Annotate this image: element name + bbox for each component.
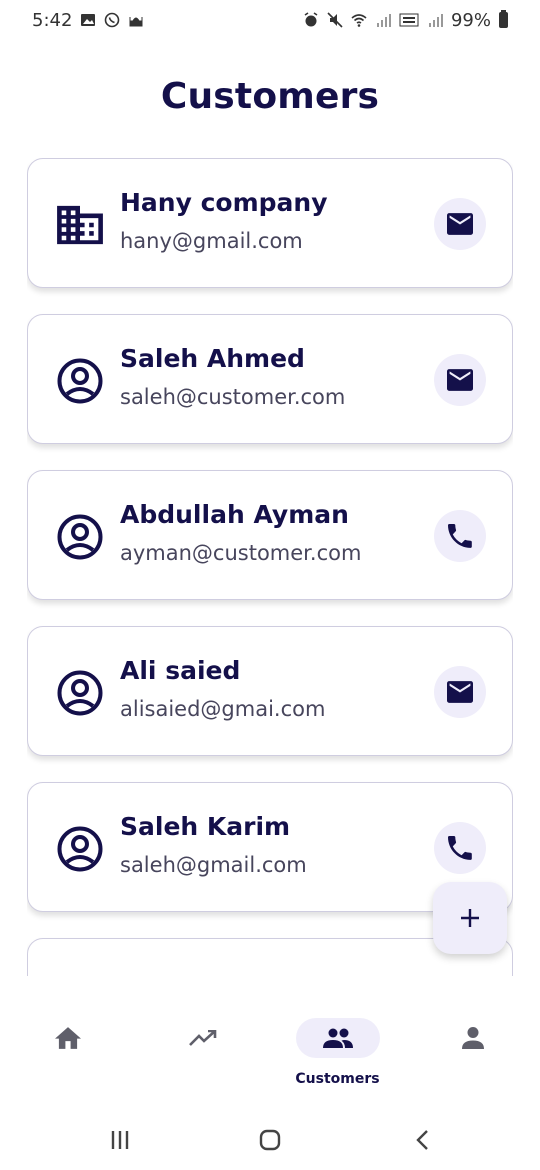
person-icon: [461, 1027, 484, 1049]
customer-email: hany@gmail.com: [120, 229, 303, 253]
customer-avatar: [56, 513, 104, 561]
status-right: 99%: [303, 10, 508, 31]
email-button[interactable]: [434, 198, 486, 250]
customer-name: Ali saied: [120, 656, 241, 685]
account-circle-icon: [57, 514, 103, 560]
account-circle-icon: [57, 670, 103, 716]
mail-icon: [447, 681, 473, 703]
customers-screen: 5:42 99% Customers Hany company hany@gma…: [0, 0, 540, 1170]
customer-card[interactable]: Abdullah Ayman ayman@customer.com: [27, 470, 513, 600]
account-circle-icon: [57, 358, 103, 404]
signal-icon: [376, 14, 391, 27]
signal-2-icon: [428, 14, 443, 27]
nav-indicator: [26, 1018, 110, 1058]
mosque-notification-icon: [129, 17, 143, 27]
wifi-icon: [351, 14, 367, 27]
customer-info: Ali saied alisaied@gmai.com: [120, 655, 325, 725]
home-icon: [54, 1027, 81, 1049]
customer-email: ayman@customer.com: [120, 541, 362, 565]
bottom-navigation: Customers: [0, 1000, 540, 1100]
customer-info: Saleh Ahmed saleh@customer.com: [120, 343, 345, 413]
nav-item-customers[interactable]: Customers: [270, 1018, 405, 1098]
alarm-icon: [304, 12, 318, 27]
email-button[interactable]: [434, 354, 486, 406]
customer-info: Abdullah Ayman ayman@customer.com: [120, 499, 361, 569]
customer-name: Saleh Ahmed: [120, 344, 305, 373]
trending-up-icon: [188, 1030, 216, 1046]
customer-info: Saleh Karim saleh@gmail.com: [120, 811, 307, 881]
page-title: Customers: [160, 76, 380, 117]
customer-name: Abdullah Ayman: [120, 500, 349, 529]
status-left: 5:42: [32, 10, 144, 31]
recent-apps-button[interactable]: [100, 1126, 140, 1154]
phone-icon: [448, 836, 472, 860]
whatsapp-notification-icon: [105, 12, 120, 28]
mail-icon: [447, 369, 473, 391]
email-button[interactable]: [434, 666, 486, 718]
customer-card[interactable]: Ali saied alisaied@gmai.com: [27, 626, 513, 756]
customer-name: Hany company: [120, 188, 328, 217]
customer-avatar: [56, 825, 104, 873]
nav-item-profile[interactable]: [405, 1018, 540, 1098]
customer-name: Saleh Karim: [120, 812, 291, 841]
gallery-notification-icon: [81, 14, 96, 26]
customer-avatar: [56, 357, 104, 405]
status-bar: 5:42 99%: [0, 0, 540, 40]
nav-item-analytics[interactable]: [135, 1018, 270, 1098]
add-customer-button[interactable]: [433, 882, 507, 954]
status-time: 5:42: [32, 9, 73, 31]
customer-avatar: [56, 201, 104, 249]
people-icon: [322, 1028, 353, 1048]
lte-icon: [399, 13, 419, 27]
customer-card[interactable]: Hany company hany@gmail.com: [27, 158, 513, 288]
home-button[interactable]: [250, 1126, 290, 1154]
phone-icon: [448, 524, 472, 548]
customer-card[interactable]: Saleh Ahmed saleh@customer.com: [27, 314, 513, 444]
nav-label: Customers: [295, 1071, 380, 1087]
recent-apps-icon: [111, 1131, 129, 1149]
mail-icon: [447, 213, 473, 235]
call-button[interactable]: [434, 822, 486, 874]
business-icon: [57, 205, 103, 245]
nav-indicator: [431, 1018, 515, 1058]
battery-icon: [499, 10, 508, 28]
system-navigation-bar: [0, 1110, 540, 1170]
add-icon: [461, 909, 479, 927]
customer-info: Hany company hany@gmail.com: [120, 187, 328, 257]
nav-item-home[interactable]: [0, 1018, 135, 1098]
call-button[interactable]: [434, 510, 486, 562]
nav-indicator-active: [295, 1018, 380, 1058]
customer-list[interactable]: Hany company hany@gmail.com Saleh Ahmed …: [27, 158, 513, 976]
back-chevron-icon: [416, 1130, 428, 1150]
home-circle-icon: [259, 1129, 281, 1151]
battery-percentage: 99%: [450, 9, 491, 31]
account-circle-icon: [57, 826, 103, 872]
customer-email: alisaied@gmai.com: [120, 697, 326, 721]
customer-email: saleh@gmail.com: [120, 853, 307, 877]
customer-email: saleh@customer.com: [120, 385, 346, 409]
nav-indicator: [161, 1018, 245, 1058]
customer-avatar: [56, 669, 104, 717]
back-button[interactable]: [402, 1126, 442, 1154]
mute-icon: [327, 12, 343, 28]
